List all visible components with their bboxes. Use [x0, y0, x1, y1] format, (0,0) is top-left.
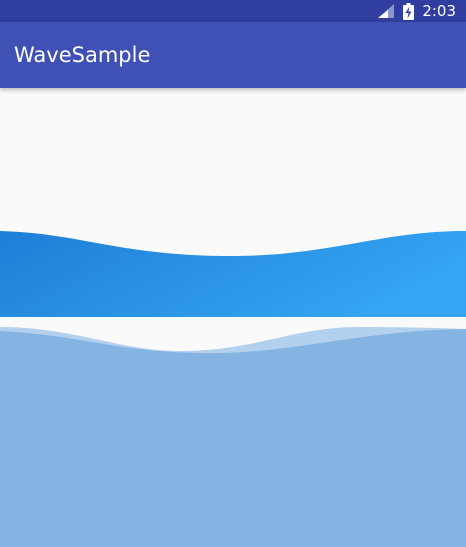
app-title: WaveSample — [14, 43, 151, 67]
status-icons: 2:03 — [377, 0, 456, 22]
battery-charging-icon — [403, 2, 415, 20]
gradient-wave-shape — [0, 231, 466, 317]
cell-signal-icon — [377, 3, 395, 19]
front-wave-shape — [0, 329, 466, 547]
content-area — [0, 88, 466, 547]
status-time: 2:03 — [422, 2, 456, 20]
translucent-wave-view — [0, 317, 466, 547]
app-screen: 2:03 WaveSample — [0, 0, 466, 547]
app-bar: WaveSample — [0, 22, 466, 88]
gradient-wave-view — [0, 88, 466, 317]
status-bar: 2:03 — [0, 0, 466, 22]
